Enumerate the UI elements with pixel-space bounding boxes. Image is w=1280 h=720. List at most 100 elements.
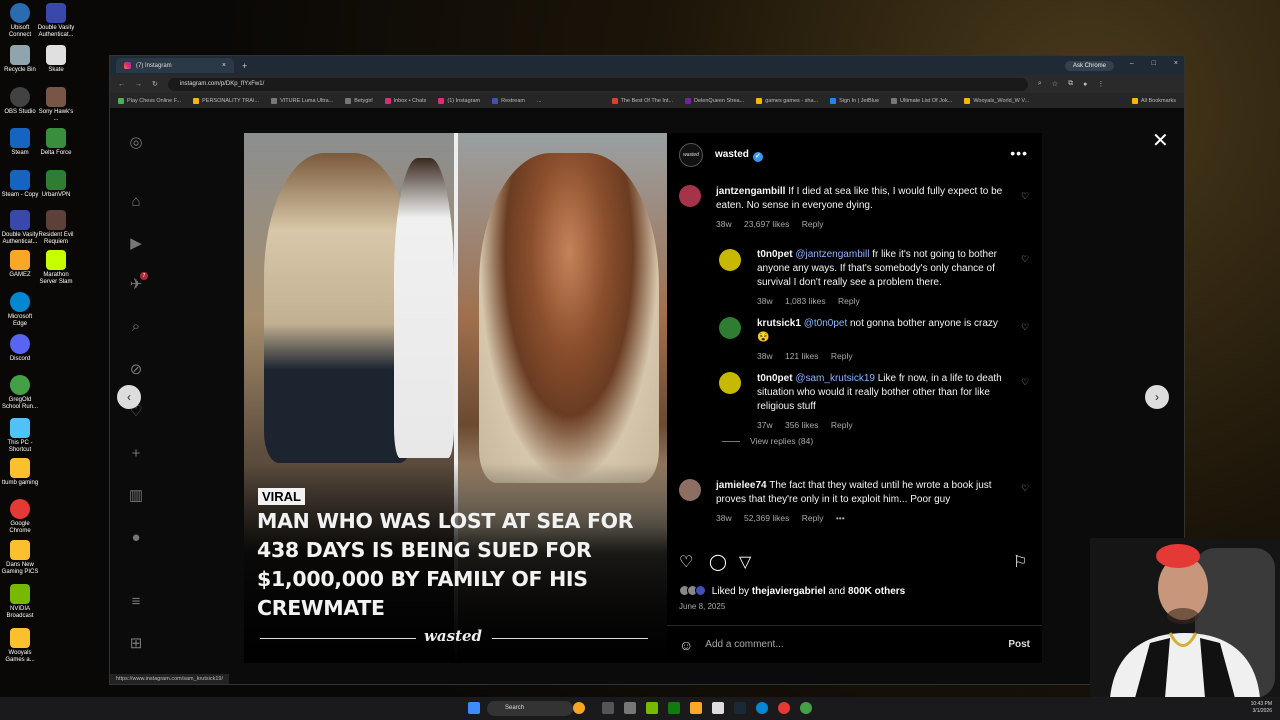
desktop-icon[interactable]: Double Vasity Authenticat... <box>36 3 76 38</box>
reply-button[interactable]: Reply <box>802 219 824 229</box>
avatar[interactable] <box>719 249 741 271</box>
desktop-icon[interactable]: Delta Force <box>36 128 76 157</box>
bookmark[interactable]: VITURE Luma Ultra... <box>271 97 333 104</box>
desktop-icon[interactable]: NVIDIA Broadcast <box>0 584 40 619</box>
reply-button[interactable]: Reply <box>838 296 860 306</box>
bookmark[interactable]: Betygirl <box>345 97 373 104</box>
reply-button[interactable]: Reply <box>831 420 853 430</box>
bookmark[interactable]: Sign In | JetBlue <box>830 97 879 104</box>
desktop-icon[interactable]: Sony Hawk's ... <box>36 87 76 122</box>
bookmark[interactable]: The Best Of The Int... <box>611 97 673 104</box>
desktop-icon[interactable]: Steam - Copy <box>0 170 40 199</box>
comment-options-icon[interactable]: ••• <box>836 513 845 523</box>
notepad-icon[interactable] <box>712 702 724 714</box>
system-tray-clock[interactable]: 10:43 PM 3/1/2026 <box>1251 701 1272 715</box>
like-comment-icon[interactable]: ♡ <box>1021 254 1029 265</box>
likes-count[interactable]: 800K others <box>848 586 905 597</box>
extensions-icon[interactable]: ⧉ <box>1068 80 1073 88</box>
start-icon[interactable] <box>468 702 480 714</box>
create-icon[interactable]: + <box>127 445 145 463</box>
bookmark[interactable]: DelenQueen Strea... <box>685 97 744 104</box>
desktop-icon[interactable]: ttumb gaming <box>0 458 40 487</box>
bookmark-star-icon[interactable]: ☆ <box>1052 80 1058 88</box>
task-view-icon[interactable] <box>602 702 614 714</box>
liker-username[interactable]: thejaviergabriel <box>752 586 826 597</box>
desktop-icon[interactable]: Microsoft Edge <box>0 292 40 327</box>
comment-icon[interactable]: ◯ <box>709 552 727 572</box>
new-tab-button[interactable]: + <box>242 61 247 71</box>
forward-icon[interactable]: → <box>135 81 142 88</box>
tab-close-icon[interactable]: × <box>222 62 226 69</box>
previous-post-button[interactable]: ‹ <box>117 385 141 409</box>
desktop-icon[interactable]: Google Chrome <box>0 499 40 534</box>
author-avatar[interactable]: wasted <box>679 143 703 167</box>
desktop-icon[interactable]: Marathon Server Slam <box>36 250 76 285</box>
chrome-icon[interactable] <box>800 702 812 714</box>
desktop-icon[interactable]: Wooyals Games a... <box>0 628 40 663</box>
desktop-icon[interactable]: Dans New Gaming PICS <box>0 540 40 575</box>
bookmark[interactable]: ... <box>537 98 542 104</box>
comment-username[interactable]: jamielee74 <box>716 480 767 491</box>
like-comment-icon[interactable]: ♡ <box>1021 191 1029 202</box>
desktop-icon[interactable]: This PC - Shortcut <box>0 418 40 453</box>
desktop-icon[interactable]: Double Vasity Authenticat... <box>0 210 40 245</box>
bookmark[interactable]: (1) Instagram <box>438 97 480 104</box>
bookmark[interactable]: games games - sha... <box>756 97 818 104</box>
widget-icon[interactable] <box>573 702 585 714</box>
settings-icon[interactable] <box>624 702 636 714</box>
like-comment-icon[interactable]: ♡ <box>1021 483 1029 494</box>
search-icon[interactable]: ⌕ <box>127 318 145 336</box>
tab-instagram[interactable]: (7) Instagram × <box>116 58 234 73</box>
desktop-icon[interactable]: Steam <box>0 128 40 157</box>
emoji-icon[interactable]: ☺ <box>679 637 693 653</box>
reels-icon[interactable]: ▶ <box>127 235 145 253</box>
back-icon[interactable]: ← <box>118 81 125 88</box>
all-bookmarks[interactable]: All Bookmarks <box>1131 97 1176 104</box>
bookmark[interactable]: Restream <box>492 97 525 104</box>
desktop-icon[interactable]: GregOld School Run... <box>0 375 40 410</box>
nvidia-icon[interactable] <box>646 702 658 714</box>
more-options-icon[interactable]: ••• <box>1010 145 1028 161</box>
maximize-button[interactable]: □ <box>1152 60 1156 67</box>
like-comment-icon[interactable]: ♡ <box>1021 322 1029 333</box>
mention-link[interactable]: @t0n0pet <box>804 318 848 329</box>
share-icon[interactable]: ▽ <box>739 552 751 572</box>
desktop-icon[interactable]: Discord <box>0 334 40 363</box>
mention-link[interactable]: @sam_krutsick19 <box>795 373 875 384</box>
desktop-icon[interactable]: Recycle Bin <box>0 45 40 74</box>
profile-icon[interactable]: ● <box>1083 81 1087 88</box>
steam-icon[interactable] <box>734 702 746 714</box>
dashboard-icon[interactable]: ▥ <box>127 487 145 505</box>
mention-link[interactable]: @jantzengambill <box>795 249 869 260</box>
reload-icon[interactable]: ↻ <box>152 80 158 88</box>
desktop-icon[interactable]: UrbanVPN <box>36 170 76 199</box>
close-modal-icon[interactable]: ✕ <box>1152 128 1169 153</box>
comment-username[interactable]: krutsick1 <box>757 318 801 329</box>
like-comment-icon[interactable]: ♡ <box>1021 377 1029 388</box>
home-icon[interactable]: ⌂ <box>127 193 145 211</box>
instagram-logo-icon[interactable]: ◎ <box>127 134 145 152</box>
comment-username[interactable]: t0n0pet <box>757 249 793 260</box>
avatar[interactable] <box>719 317 741 339</box>
desktop-icon[interactable]: Skate <box>36 45 76 74</box>
reply-button[interactable]: Reply <box>802 513 824 523</box>
bookmark[interactable]: Ultimate List Of Jok... <box>891 97 952 104</box>
save-bookmark-icon[interactable]: ⚐ <box>1013 552 1027 572</box>
file-explorer-icon[interactable] <box>690 702 702 714</box>
zoom-icon[interactable]: ⌕ <box>1038 80 1042 88</box>
also-from-meta-icon[interactable]: ⊞ <box>127 635 145 653</box>
bookmark[interactable]: Wooyals_World_W V... <box>964 97 1029 104</box>
avatar[interactable] <box>679 185 701 207</box>
explore-icon[interactable]: ⊘ <box>127 361 145 379</box>
desktop-icon[interactable]: GAMEZ <box>0 250 40 279</box>
xbox-icon[interactable] <box>668 702 680 714</box>
comment-input[interactable]: Add a comment... <box>705 639 783 650</box>
reply-button[interactable]: Reply <box>831 351 853 361</box>
ask-chrome-button[interactable]: Ask Chrome <box>1064 60 1114 71</box>
like-icon[interactable]: ♡ <box>679 552 693 572</box>
post-comment-button[interactable]: Post <box>1008 639 1030 650</box>
more-menu-icon[interactable]: ≡ <box>127 593 145 611</box>
menu-icon[interactable]: ⋮ <box>1097 80 1104 88</box>
app-icon[interactable] <box>778 702 790 714</box>
avatar[interactable] <box>679 479 701 501</box>
